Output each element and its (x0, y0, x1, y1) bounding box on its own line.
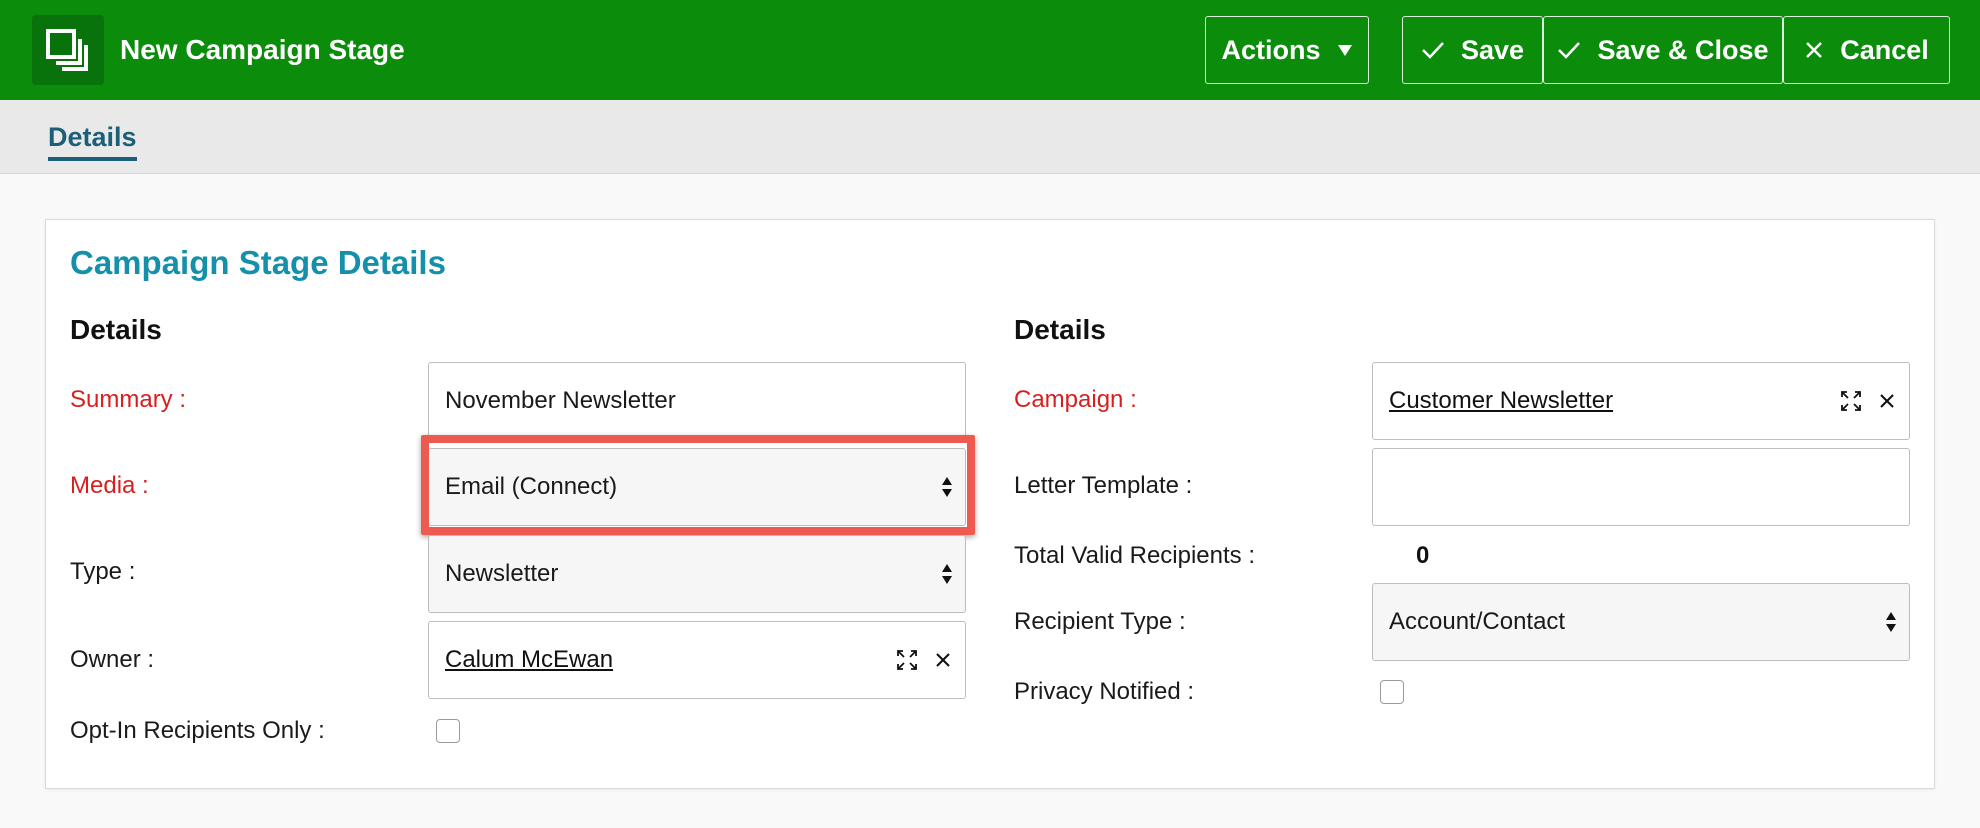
opt-in-label: Opt-In Recipients Only : (70, 717, 325, 744)
caret-down-icon (1337, 45, 1352, 56)
clear-icon[interactable] (1879, 393, 1895, 409)
type-select[interactable]: Newsletter (428, 535, 966, 613)
tab-bar: Details (0, 100, 1980, 174)
right-section-heading: Details (1014, 314, 1106, 345)
owner-lookup[interactable]: Calum McEwan (428, 621, 966, 699)
letter-template-input[interactable] (1372, 448, 1910, 526)
record-icon (32, 15, 104, 85)
check-icon (1422, 42, 1444, 59)
recipient-type-select[interactable]: Account/Contact (1372, 583, 1910, 661)
campaign-label: Campaign : (1014, 386, 1137, 413)
owner-link[interactable]: Calum McEwan (445, 646, 965, 674)
expand-icon[interactable] (1841, 391, 1861, 411)
campaign-link[interactable]: Customer Newsletter (1389, 387, 1909, 415)
media-select[interactable]: Email (Connect) (428, 448, 966, 526)
owner-label: Owner : (70, 646, 155, 673)
panel-title: Campaign Stage Details (70, 244, 446, 281)
opt-in-checkbox[interactable] (436, 719, 460, 743)
privacy-notified-checkbox[interactable] (1380, 680, 1404, 704)
type-value: Newsletter (445, 560, 559, 587)
save-close-button[interactable]: Save & Close (1543, 16, 1783, 84)
summary-value: November Newsletter (445, 387, 676, 414)
page-title: New Campaign Stage (120, 34, 405, 65)
select-arrows-icon (942, 477, 952, 497)
cancel-label: Cancel (1840, 34, 1929, 65)
clear-icon[interactable] (935, 652, 951, 668)
recipient-type-label: Recipient Type : (1014, 608, 1186, 635)
save-button[interactable]: Save (1402, 16, 1543, 84)
media-value: Email (Connect) (445, 473, 618, 500)
left-section-heading: Details (70, 314, 162, 345)
summary-label: Summary : (70, 386, 187, 413)
cancel-button[interactable]: Cancel (1783, 16, 1950, 84)
summary-input[interactable]: November Newsletter (428, 362, 966, 440)
media-label: Media : (70, 472, 149, 499)
save-close-label: Save & Close (1597, 34, 1769, 65)
select-arrows-icon (942, 564, 952, 584)
select-arrows-icon (1886, 612, 1896, 632)
actions-button[interactable]: Actions (1205, 16, 1369, 84)
type-label: Type : (70, 558, 136, 585)
expand-icon[interactable] (897, 650, 917, 670)
tab-details[interactable]: Details (48, 122, 137, 161)
letter-template-label: Letter Template : (1014, 472, 1193, 499)
campaign-lookup[interactable]: Customer Newsletter (1372, 362, 1910, 440)
total-valid-recipients-value: 0 (1416, 542, 1430, 569)
privacy-notified-label: Privacy Notified : (1014, 678, 1195, 705)
top-header: New Campaign Stage Actions Save Save & C… (0, 0, 1980, 100)
actions-label: Actions (1221, 34, 1321, 65)
save-label: Save (1460, 34, 1525, 65)
recipient-type-value: Account/Contact (1389, 608, 1566, 635)
close-icon (1806, 42, 1823, 58)
total-valid-recipients-label: Total Valid Recipients : (1014, 542, 1256, 569)
check-icon (1558, 42, 1581, 59)
